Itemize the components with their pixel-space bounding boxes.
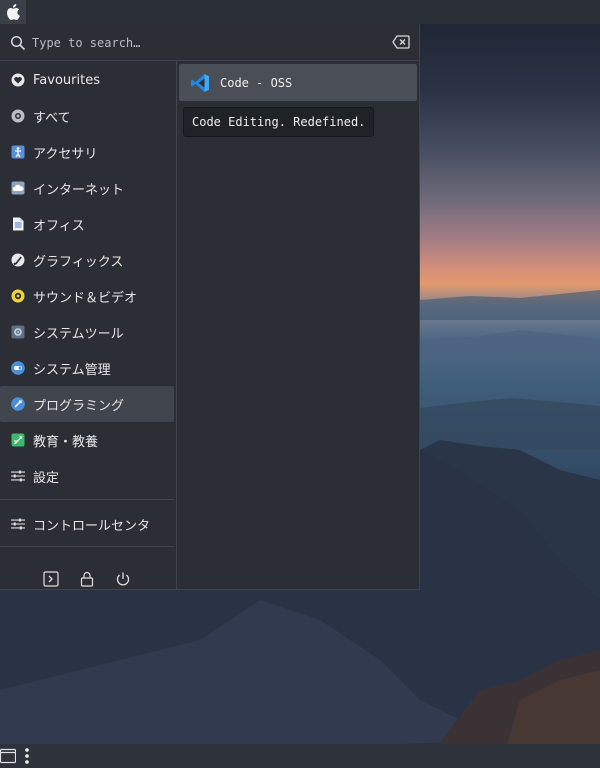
app-tooltip: Code Editing. Redefined. <box>183 107 375 137</box>
sidebar-item-label: 設定 <box>33 470 60 486</box>
overflow-menu-icon[interactable] <box>24 748 30 764</box>
apple-icon <box>7 4 20 20</box>
system-tools-icon <box>11 325 25 339</box>
control-center-icon <box>11 517 25 531</box>
sidebar-item-office[interactable]: オフィス <box>0 206 174 242</box>
sidebar-item-label: システムツール <box>33 326 124 342</box>
top-panel <box>0 0 600 24</box>
accessories-icon <box>11 145 25 159</box>
sidebar-separator <box>0 546 174 547</box>
sidebar-item-label: グラフィックス <box>33 254 124 270</box>
category-sidebar: Favourites すべて アクセサリ インターネット オフィス グラフィック… <box>0 61 176 590</box>
show-desktop-icon[interactable] <box>0 748 16 764</box>
search-input[interactable] <box>32 33 372 53</box>
sidebar-item-multimedia[interactable]: サウンド＆ビデオ <box>0 278 174 314</box>
terminal-icon[interactable] <box>43 571 59 587</box>
settings-icon <box>11 469 25 483</box>
sidebar-item-accessories[interactable]: アクセサリ <box>0 134 174 170</box>
sidebar-item-control-center[interactable]: コントロールセンタ <box>0 506 174 542</box>
administration-icon <box>11 361 25 375</box>
education-icon <box>11 433 25 447</box>
clear-search-icon[interactable] <box>392 35 410 49</box>
vscode-icon <box>191 73 209 92</box>
internet-icon <box>11 181 25 195</box>
app-list: Code - OSS Code Editing. Redefined. <box>177 61 420 590</box>
sidebar-item-label: すべて <box>33 110 71 126</box>
sidebar-item-label: インターネット <box>33 182 125 198</box>
sidebar-separator <box>0 499 174 500</box>
session-buttons <box>0 571 176 605</box>
sidebar-item-system-tools[interactable]: システムツール <box>0 314 174 350</box>
sidebar-item-settings[interactable]: 設定 <box>0 458 174 494</box>
menu-launcher-button[interactable] <box>0 0 26 24</box>
sidebar-item-label: サウンド＆ビデオ <box>33 290 138 306</box>
multimedia-icon <box>11 289 25 303</box>
lock-icon[interactable] <box>79 571 95 587</box>
search-bar <box>0 24 420 61</box>
sidebar-item-label: Favourites <box>33 72 100 88</box>
sidebar-item-all[interactable]: すべて <box>0 98 174 134</box>
programming-icon <box>11 397 25 411</box>
sidebar-item-label: アクセサリ <box>33 146 98 162</box>
sidebar-item-label: コントロールセンタ <box>33 518 151 534</box>
sidebar-item-graphics[interactable]: グラフィックス <box>0 242 174 278</box>
sidebar-item-label: オフィス <box>33 218 85 234</box>
sidebar-item-label: システム管理 <box>33 362 111 378</box>
app-item-code-oss[interactable]: Code - OSS <box>179 64 417 101</box>
graphics-icon <box>11 253 25 267</box>
office-icon <box>11 217 25 231</box>
application-menu: Favourites すべて アクセサリ インターネット オフィス <box>0 24 420 590</box>
sidebar-item-favourites[interactable]: Favourites <box>0 62 174 98</box>
sidebar-item-administration[interactable]: システム管理 <box>0 350 174 386</box>
sidebar-item-label: プログラミング <box>33 398 125 414</box>
search-icon <box>10 35 26 51</box>
sidebar-item-label: 教育・教養 <box>33 434 99 450</box>
sidebar-item-internet[interactable]: インターネット <box>0 170 174 206</box>
app-label: Code - OSS <box>220 75 293 90</box>
sidebar-item-education[interactable]: 教育・教養 <box>0 422 174 458</box>
bottom-taskbar <box>0 744 600 768</box>
heart-icon <box>11 73 25 87</box>
sidebar-item-programming[interactable]: プログラミング <box>0 386 174 422</box>
power-icon[interactable] <box>115 571 131 587</box>
all-apps-icon <box>11 109 25 123</box>
